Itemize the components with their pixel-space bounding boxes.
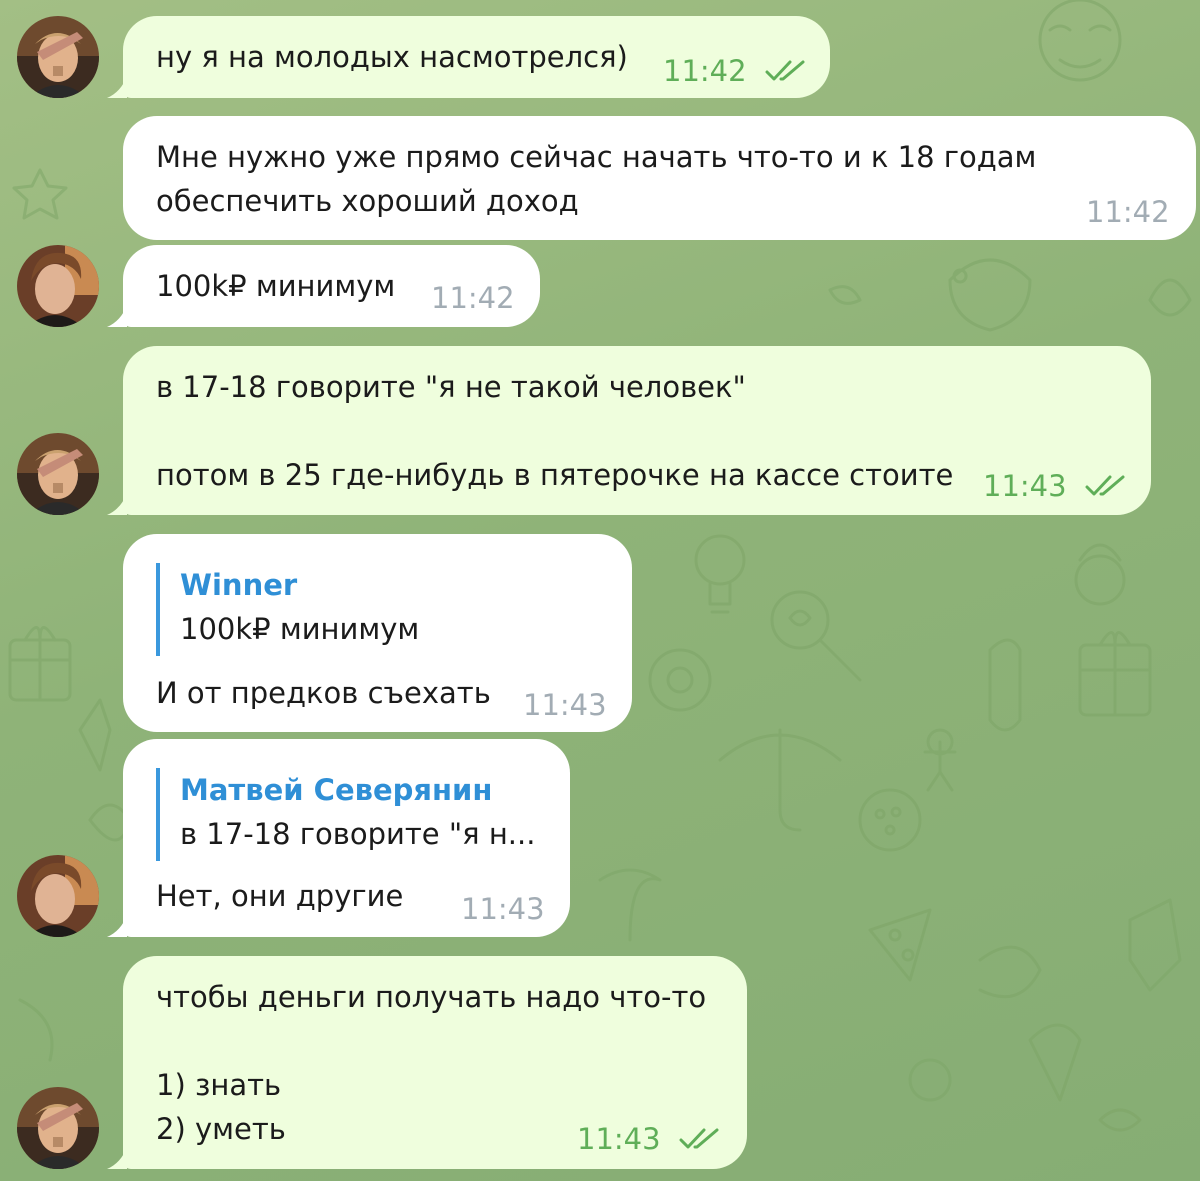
reply-author: Матвей Северянин bbox=[180, 773, 493, 807]
message-time: 11:43 bbox=[523, 688, 607, 722]
message-time: 11:42 bbox=[663, 54, 747, 88]
message-time: 11:43 bbox=[577, 1122, 661, 1156]
bubble-tail bbox=[107, 76, 127, 98]
reply-quote[interactable]: Winner 100k₽ минимум bbox=[156, 563, 419, 656]
reply-text: в 17-18 говорите "я н... bbox=[180, 817, 536, 851]
avatar-self[interactable] bbox=[17, 16, 99, 98]
message-meta: 11:42 bbox=[1086, 195, 1170, 229]
message-bubble-7[interactable]: чтобы деньги получать надо что-то 1) зна… bbox=[107, 956, 747, 1169]
reply-text: 100k₽ минимум bbox=[180, 612, 420, 646]
message-text: Нет, они другие bbox=[156, 879, 404, 913]
avatar-self[interactable] bbox=[17, 1087, 99, 1169]
avatar-photo-contact-icon bbox=[17, 855, 99, 937]
message-text: Мне нужно уже прямо сейчас начать что-то… bbox=[156, 140, 1037, 218]
read-double-check-icon bbox=[679, 1128, 719, 1149]
message-meta: 11:42 bbox=[663, 54, 809, 88]
message-meta: 11:43 bbox=[461, 892, 545, 926]
avatar-photo-contact-icon bbox=[17, 245, 99, 327]
read-double-check-icon bbox=[1085, 475, 1125, 496]
message-bubble-4[interactable]: в 17-18 говорите "я не такой человек" по… bbox=[107, 346, 1151, 515]
bubble-tail bbox=[107, 1147, 127, 1169]
bubble-tail bbox=[107, 305, 127, 327]
message-bubble-6[interactable]: Матвей Северянин в 17-18 говорите "я н..… bbox=[107, 739, 570, 937]
message-meta: 11:43 bbox=[523, 688, 607, 722]
read-double-check-icon bbox=[765, 60, 805, 81]
message-bubble-5[interactable]: Winner 100k₽ минимум И от предков съехат… bbox=[123, 534, 632, 732]
message-meta: 11:43 bbox=[577, 1122, 723, 1156]
avatar-contact[interactable] bbox=[17, 245, 99, 327]
reply-author: Winner bbox=[180, 568, 298, 602]
avatar-photo-self-icon bbox=[17, 433, 99, 515]
avatar-contact[interactable] bbox=[17, 855, 99, 937]
message-time: 11:42 bbox=[1086, 195, 1170, 229]
avatar-photo-self-icon bbox=[17, 16, 99, 98]
avatar-self[interactable] bbox=[17, 433, 99, 515]
message-meta: 11:42 bbox=[431, 281, 515, 315]
bubble-tail bbox=[107, 915, 127, 937]
message-time: 11:43 bbox=[461, 892, 545, 926]
message-text: ну я на молодых насмотрелся) bbox=[156, 40, 628, 74]
message-text: в 17-18 говорите "я не такой человек" по… bbox=[156, 370, 954, 492]
message-text: 100k₽ минимум bbox=[156, 269, 396, 303]
message-bubble-3[interactable]: 100k₽ минимум 11:42 bbox=[107, 245, 540, 327]
reply-quote[interactable]: Матвей Северянин в 17-18 говорите "я н..… bbox=[156, 768, 535, 861]
message-text: И от предков съехать bbox=[156, 676, 491, 710]
message-bubble-1[interactable]: ну я на молодых насмотрелся) 11:42 bbox=[107, 16, 830, 98]
message-bubble-2[interactable]: Мне нужно уже прямо сейчас начать что-то… bbox=[123, 116, 1196, 240]
message-meta: 11:43 bbox=[983, 469, 1129, 503]
message-time: 11:42 bbox=[431, 281, 515, 315]
bubble-tail bbox=[107, 493, 127, 515]
avatar-photo-self-icon bbox=[17, 1087, 99, 1169]
message-time: 11:43 bbox=[983, 469, 1067, 503]
